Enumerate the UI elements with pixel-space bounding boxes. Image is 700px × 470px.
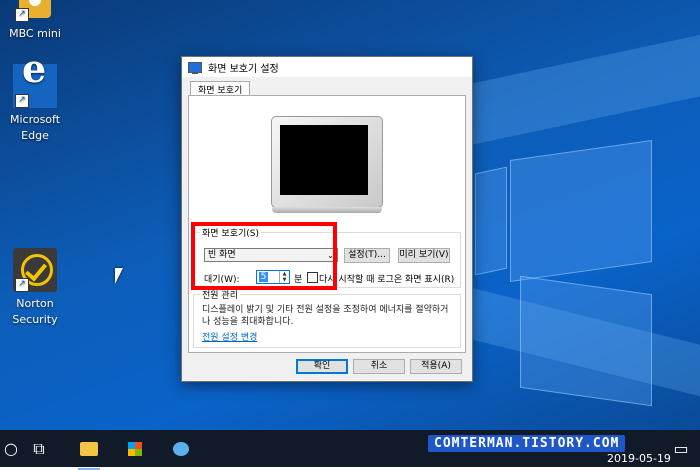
desktop-icon-mbc-mini[interactable]: ↗ MBC mini — [0, 0, 75, 42]
preview-screen — [280, 125, 368, 195]
task-view-icon[interactable]: ⧉ — [24, 436, 54, 462]
search-icon[interactable]: ○ — [0, 436, 26, 462]
power-description: 디스플레이 밝기 및 기타 전원 설정을 조정하여 에너지를 절약하거나 성능을… — [202, 305, 449, 327]
store-icon[interactable] — [120, 436, 150, 462]
monitor-stand — [272, 207, 382, 213]
desktop-icon-edge[interactable]: e ↗ Microsoft Edge — [0, 50, 75, 144]
edge-icon: e ↗ — [13, 50, 57, 108]
app-icon[interactable] — [166, 436, 196, 462]
power-group: 전원 관리 디스플레이 밝기 및 기타 전원 설정을 조정하여 에너지를 절약하… — [193, 288, 461, 348]
ok-button[interactable]: 확인 — [296, 359, 348, 374]
window-pane — [475, 166, 507, 276]
monitor-preview — [271, 116, 383, 213]
norton-icon: ↗ — [13, 248, 57, 292]
window-pane — [510, 140, 652, 282]
dialog-titlebar[interactable]: 화면 보호기 설정 — [182, 57, 472, 77]
highlight-box — [191, 222, 337, 290]
mbc-mini-icon: ↗ — [13, 0, 57, 22]
desktop-icon-norton[interactable]: ↗ Norton Security — [0, 248, 75, 328]
watermark: COMTERMAN.TISTORY.COM — [428, 435, 626, 452]
settings-button[interactable]: 설정(T)... — [344, 248, 390, 263]
power-settings-link[interactable]: 전원 설정 변경 — [202, 330, 257, 343]
resume-checkbox-label: 다시 시작할 때 로그온 화면 표시(R) — [319, 275, 455, 285]
window-pane — [520, 275, 652, 407]
desktop-icon-label: Microsoft Edge — [9, 113, 61, 142]
desktop-icon-label: Norton Security — [12, 297, 58, 326]
tab-screensaver[interactable]: 화면 보호기 — [190, 81, 251, 96]
mouse-cursor — [115, 268, 129, 284]
file-explorer-icon[interactable] — [74, 436, 104, 470]
taskbar-date[interactable]: 2019-05-19 — [607, 452, 671, 465]
dialog-title: 화면 보호기 설정 — [208, 63, 279, 75]
desktop-icon-label: MBC mini — [9, 27, 61, 40]
screensaver-dialog: 화면 보호기 설정 화면 보호기 화면 보호기(S) 빈 화면 ⌄ 설정(T).… — [181, 56, 473, 382]
apply-button[interactable]: 적용(A) — [410, 359, 462, 374]
cancel-button[interactable]: 취소 — [353, 359, 405, 374]
preview-button[interactable]: 미리 보기(V) — [398, 248, 450, 263]
monitor-icon — [188, 61, 202, 74]
